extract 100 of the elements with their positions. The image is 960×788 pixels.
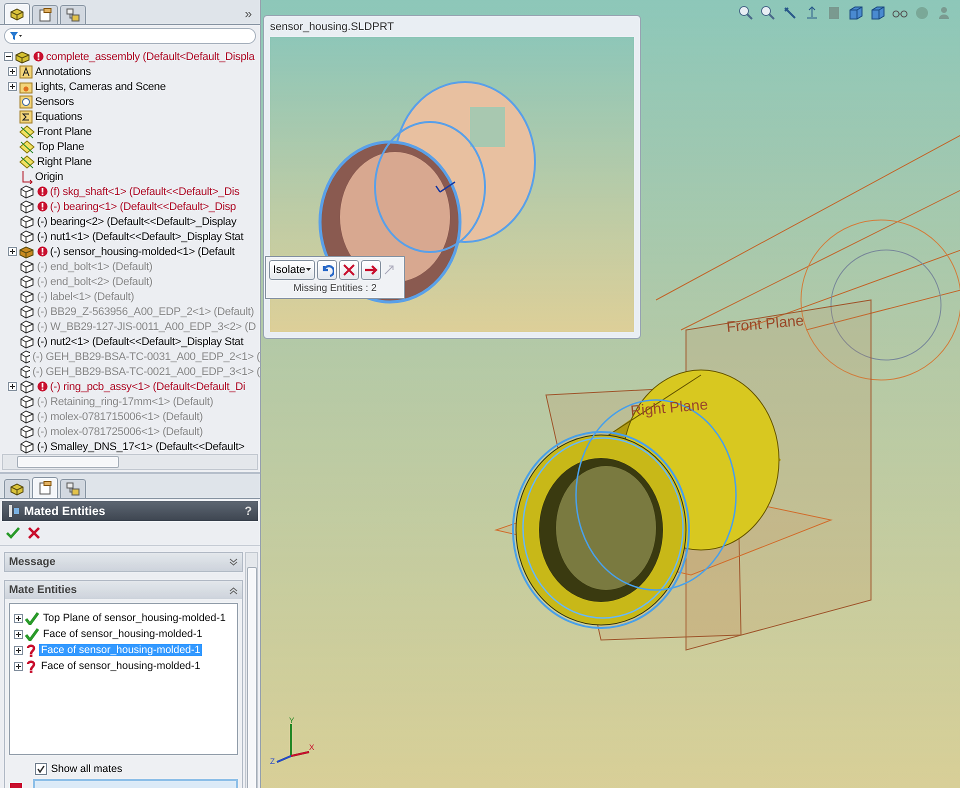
zoom-icon[interactable] — [760, 5, 776, 21]
isolate-button[interactable]: Isolate — [269, 260, 316, 280]
section-title[interactable]: Mate Entities — [9, 584, 77, 596]
window-title: sensor_housing.SLDPRT — [270, 20, 395, 35]
next-button[interactable] — [361, 260, 382, 280]
plane-label: Front Plane — [726, 312, 805, 336]
zoom-icon[interactable] — [738, 5, 754, 21]
equation-icon — [19, 110, 33, 124]
expand-icon[interactable] — [14, 662, 23, 670]
tree-item[interactable]: (-) nut2<1> (Default<<Default>_Display Stat — [37, 336, 244, 348]
arrow-icon[interactable] — [804, 5, 820, 21]
filter-icon — [9, 31, 23, 41]
sensor-icon — [19, 94, 33, 108]
plane-icon — [19, 140, 35, 154]
assembly-icon — [9, 482, 25, 496]
tree-item[interactable]: (-) ring_pcb_assy<1> (Default<Default_Di — [50, 380, 246, 392]
panel-tab[interactable] — [32, 5, 58, 24]
tree-item[interactable]: (-) bearing<2> (Default<<Default>_Display — [37, 216, 236, 228]
tree-item[interactable]: (-) sensor_housing-molded<1> (Default — [50, 246, 235, 258]
panel-tab[interactable] — [60, 5, 86, 24]
expand-icon[interactable] — [14, 646, 23, 654]
tree-item[interactable]: (-) Smalley_DNS_17<1> (Default<<Default> — [37, 440, 245, 452]
tree-item[interactable]: Lights, Cameras and Scene — [35, 80, 166, 92]
plane-icon — [19, 124, 35, 138]
part-icon — [19, 364, 30, 378]
expand-icon[interactable] — [8, 247, 17, 256]
axis-label: Z — [270, 757, 275, 766]
plane-icon — [19, 154, 35, 168]
cube-icon[interactable] — [870, 5, 886, 21]
part-icon — [19, 334, 35, 348]
panel-title: Mated Entities — [24, 504, 106, 518]
part-icon — [19, 350, 30, 364]
delete-button[interactable] — [339, 260, 360, 280]
horizontal-scrollbar[interactable] — [2, 454, 258, 470]
expand-panel-button[interactable]: » — [240, 6, 256, 24]
tree-item[interactable]: Annotations — [35, 66, 91, 78]
section-title[interactable]: Message — [9, 556, 56, 568]
tree-item[interactable]: Equations — [35, 110, 82, 122]
expand-icon[interactable] — [14, 614, 23, 622]
tree-item[interactable]: complete_assembly (Default<Default_Displa — [46, 50, 255, 62]
tree-item[interactable]: Front Plane — [37, 126, 92, 138]
assembly-icon — [9, 7, 25, 21]
tree-item[interactable]: (f) skg_shaft<1> (Default<<Default>_Dis — [50, 186, 240, 198]
tree-item[interactable]: Origin — [35, 170, 64, 182]
list-item[interactable]: Face of sensor_housing-molded-1 — [41, 628, 204, 640]
tree-item[interactable]: Sensors — [35, 96, 74, 108]
expand-icon[interactable] — [14, 630, 23, 638]
tree-item[interactable]: Top Plane — [37, 140, 84, 152]
part-icon — [19, 184, 35, 198]
panel-tab[interactable] — [4, 3, 30, 24]
axis-label: Y — [289, 716, 294, 725]
configuration-icon — [66, 482, 80, 496]
tree-item[interactable]: Right Plane — [37, 156, 92, 168]
cube-icon[interactable] — [848, 5, 864, 21]
expand-icon[interactable] — [8, 382, 17, 391]
list-item[interactable]: Top Plane of sensor_housing-molded-1 — [41, 612, 228, 624]
checkbox[interactable] — [35, 763, 47, 775]
panel-tab[interactable] — [32, 477, 58, 498]
undo-button[interactable] — [317, 260, 338, 280]
part-icon — [19, 200, 35, 214]
ok-check-icon[interactable] — [6, 527, 20, 539]
assembly-icon — [19, 244, 35, 258]
mate-icon — [8, 504, 20, 518]
collapse-icon[interactable] — [4, 52, 13, 61]
configuration-icon — [66, 8, 80, 22]
check-icon — [25, 612, 39, 624]
property-sheet-icon — [38, 481, 52, 495]
filter-field[interactable] — [4, 28, 256, 44]
question-mark-icon — [25, 643, 37, 657]
panel-tab[interactable] — [60, 479, 86, 498]
annotation-icon — [19, 64, 33, 78]
tree-item[interactable]: (-) bearing<1> (Default<<Default>_Disp — [50, 200, 236, 212]
missing-entities-count: Missing Entities : 2 — [293, 283, 377, 294]
checkbox-label: Show all mates — [51, 763, 122, 775]
folder-icon — [19, 80, 33, 94]
expand-icon[interactable] — [8, 82, 17, 91]
help-button[interactable]: ? — [244, 504, 252, 518]
caret-icon — [306, 268, 312, 272]
part-icon — [19, 380, 35, 394]
tree-item[interactable]: (-) nut1<1> (Default<<Default>_Display Stat — [37, 230, 244, 242]
part-icon — [19, 230, 35, 244]
panel-tab[interactable] — [4, 479, 30, 498]
close-icon — [343, 264, 356, 276]
plane-label: Right Plane — [630, 396, 709, 420]
cancel-x-icon[interactable] — [28, 527, 40, 539]
part-icon — [19, 214, 35, 228]
part-icon — [19, 304, 35, 318]
list-item[interactable]: Face of sensor_housing-molded-1 — [39, 660, 202, 672]
part-icon — [19, 440, 35, 454]
question-mark-icon — [25, 659, 37, 673]
arrow-icon — [364, 265, 378, 275]
check-icon — [25, 628, 39, 640]
vertical-scrollbar[interactable] — [245, 552, 258, 788]
undo-icon — [320, 263, 334, 277]
part-icon — [19, 290, 35, 304]
expand-icon[interactable] — [8, 67, 17, 76]
wand-icon[interactable] — [782, 5, 798, 21]
axis-triad-icon — [276, 723, 310, 763]
part-icon — [19, 274, 35, 288]
axis-label: X — [309, 743, 314, 752]
